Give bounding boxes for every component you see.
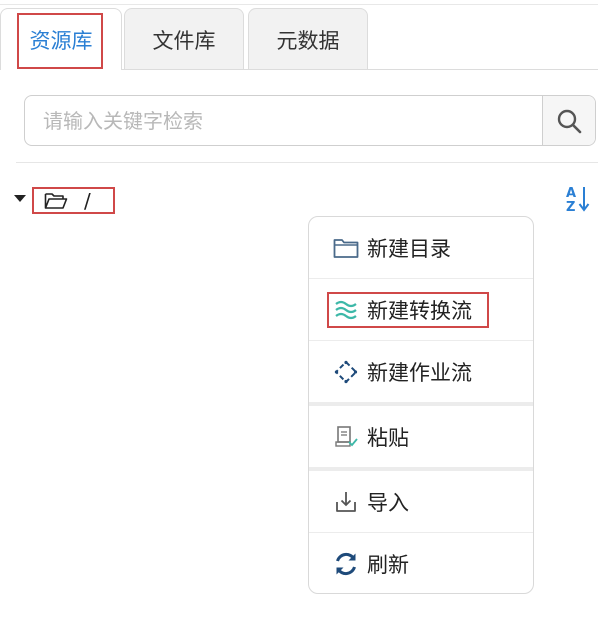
menu-item-highlight-box [327,292,489,328]
top-border [0,4,598,5]
tab-baseline [122,69,598,70]
search-input[interactable] [25,96,542,145]
search-box [24,95,596,146]
tree-root-node[interactable]: / [32,187,115,214]
folder-icon [333,235,359,261]
menu-item-import[interactable]: 导入 [309,471,533,532]
menu-item-new-transform-flow[interactable]: 新建转换流 [309,279,533,340]
job-flow-icon [333,359,359,385]
folder-open-icon [44,192,68,209]
menu-item-refresh[interactable]: 刷新 [309,533,533,593]
refresh-icon [333,551,359,577]
tab-label: 文件库 [152,28,216,53]
context-menu: 新建目录 新建转换流 新建作业流 粘贴 导入 刷新 [308,216,534,594]
menu-item-label: 导入 [367,490,409,515]
tab-label: 元数据 [276,28,340,53]
import-icon [333,489,359,515]
search-button[interactable] [542,96,595,145]
menu-item-new-job-flow[interactable]: 新建作业流 [309,341,533,402]
menu-item-label: 粘贴 [367,425,409,450]
svg-text:A: A [566,186,576,201]
tab-resource-library[interactable]: 资源库 [0,8,122,70]
tab-metadata[interactable]: 元数据 [248,8,368,70]
menu-item-paste[interactable]: 粘贴 [309,406,533,467]
tab-file-library[interactable]: 文件库 [124,8,244,70]
menu-item-label: 新建目录 [367,236,451,261]
menu-item-new-directory[interactable]: 新建目录 [309,217,533,278]
tree-root-label: / [84,188,91,213]
tab-highlight-box [17,13,103,69]
svg-text:Z: Z [566,200,575,214]
sort-az-icon[interactable]: A Z [562,184,592,214]
paste-icon [333,424,359,450]
tree-expand-caret[interactable] [14,195,26,202]
menu-item-label: 刷新 [367,552,409,577]
section-divider [16,162,598,163]
search-icon [557,109,582,133]
menu-item-label: 新建作业流 [367,360,472,385]
